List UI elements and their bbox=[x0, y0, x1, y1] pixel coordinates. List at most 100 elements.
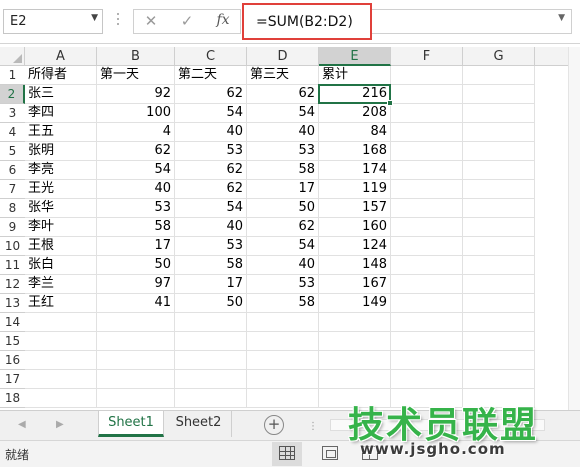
cell-c7[interactable]: 62 bbox=[175, 180, 247, 199]
cell-c5[interactable]: 53 bbox=[175, 142, 247, 161]
cell-d14[interactable] bbox=[247, 313, 319, 332]
row-header-9[interactable]: 9 bbox=[0, 218, 25, 237]
cell-b15[interactable] bbox=[97, 332, 175, 351]
cell-a9[interactable]: 李叶 bbox=[25, 218, 97, 237]
cell-e17[interactable] bbox=[319, 370, 391, 389]
cell-e14[interactable] bbox=[319, 313, 391, 332]
cell-b11[interactable]: 50 bbox=[97, 256, 175, 275]
cell-a1[interactable]: 所得者 bbox=[25, 66, 97, 85]
cell-a13[interactable]: 王红 bbox=[25, 294, 97, 313]
cell-f7[interactable] bbox=[391, 180, 463, 199]
cell-g3[interactable] bbox=[463, 104, 535, 123]
row-header-7[interactable]: 7 bbox=[0, 180, 25, 199]
previous-sheet-icon[interactable]: ◀ bbox=[18, 419, 26, 430]
page-layout-view-icon[interactable] bbox=[322, 446, 338, 460]
cell-c17[interactable] bbox=[175, 370, 247, 389]
cell-d9[interactable]: 62 bbox=[247, 218, 319, 237]
cell-f17[interactable] bbox=[391, 370, 463, 389]
fill-handle[interactable] bbox=[387, 100, 393, 106]
cell-f3[interactable] bbox=[391, 104, 463, 123]
row-header-12[interactable]: 12 bbox=[0, 275, 25, 294]
cell-g1[interactable] bbox=[463, 66, 535, 85]
column-header-f[interactable]: F bbox=[391, 47, 463, 66]
cell-c13[interactable]: 50 bbox=[175, 294, 247, 313]
cell-c1[interactable]: 第二天 bbox=[175, 66, 247, 85]
formula-input-extension[interactable]: ▼ bbox=[372, 9, 572, 34]
cell-e8[interactable]: 157 bbox=[319, 199, 391, 218]
cell-g15[interactable] bbox=[463, 332, 535, 351]
row-header-1[interactable]: 1 bbox=[0, 66, 25, 85]
cell-a17[interactable] bbox=[25, 370, 97, 389]
row-header-17[interactable]: 17 bbox=[0, 370, 25, 389]
cell-d16[interactable] bbox=[247, 351, 319, 370]
cell-g6[interactable] bbox=[463, 161, 535, 180]
tab-sheet2[interactable]: Sheet2 bbox=[166, 411, 232, 437]
cell-f14[interactable] bbox=[391, 313, 463, 332]
cell-c6[interactable]: 62 bbox=[175, 161, 247, 180]
row-header-13[interactable]: 13 bbox=[0, 294, 25, 313]
cell-f18[interactable] bbox=[391, 389, 463, 408]
cell-g5[interactable] bbox=[463, 142, 535, 161]
column-header-d[interactable]: D bbox=[247, 47, 319, 66]
cell-b14[interactable] bbox=[97, 313, 175, 332]
cell-b12[interactable]: 97 bbox=[97, 275, 175, 294]
cell-a18[interactable] bbox=[25, 389, 97, 408]
cell-a5[interactable]: 张明 bbox=[25, 142, 97, 161]
cell-f12[interactable] bbox=[391, 275, 463, 294]
cell-g10[interactable] bbox=[463, 237, 535, 256]
insert-function-icon[interactable]: fx bbox=[212, 12, 234, 28]
cell-g7[interactable] bbox=[463, 180, 535, 199]
cell-g12[interactable] bbox=[463, 275, 535, 294]
cell-b5[interactable]: 62 bbox=[97, 142, 175, 161]
row-header-3[interactable]: 3 bbox=[0, 104, 25, 123]
cell-b16[interactable] bbox=[97, 351, 175, 370]
select-all-button[interactable] bbox=[0, 47, 25, 66]
chevron-down-icon[interactable]: ▼ bbox=[91, 13, 98, 23]
cell-d10[interactable]: 54 bbox=[247, 237, 319, 256]
cell-c3[interactable]: 54 bbox=[175, 104, 247, 123]
cell-b18[interactable] bbox=[97, 389, 175, 408]
column-header-a[interactable]: A bbox=[25, 47, 97, 66]
cell-g9[interactable] bbox=[463, 218, 535, 237]
cell-a10[interactable]: 王根 bbox=[25, 237, 97, 256]
row-header-6[interactable]: 6 bbox=[0, 161, 25, 180]
cell-d8[interactable]: 50 bbox=[247, 199, 319, 218]
cell-a7[interactable]: 王光 bbox=[25, 180, 97, 199]
cell-a11[interactable]: 张白 bbox=[25, 256, 97, 275]
cell-g17[interactable] bbox=[463, 370, 535, 389]
cell-f9[interactable] bbox=[391, 218, 463, 237]
cell-c15[interactable] bbox=[175, 332, 247, 351]
zoom-out-button[interactable]: − bbox=[392, 444, 404, 460]
row-header-16[interactable]: 16 bbox=[0, 351, 25, 370]
cell-c9[interactable]: 40 bbox=[175, 218, 247, 237]
cell-e5[interactable]: 168 bbox=[319, 142, 391, 161]
cell-e15[interactable] bbox=[319, 332, 391, 351]
column-header-b[interactable]: B bbox=[97, 47, 175, 66]
cell-c11[interactable]: 58 bbox=[175, 256, 247, 275]
name-box[interactable]: E2 ▼ bbox=[3, 9, 103, 34]
cell-a2[interactable]: 张三 bbox=[25, 85, 97, 104]
formula-input[interactable]: =SUM(B2:D2) bbox=[242, 3, 372, 40]
column-header-e[interactable]: E bbox=[319, 47, 391, 66]
cell-d7[interactable]: 17 bbox=[247, 180, 319, 199]
cell-g2[interactable] bbox=[463, 85, 535, 104]
cell-f6[interactable] bbox=[391, 161, 463, 180]
cell-e16[interactable] bbox=[319, 351, 391, 370]
cell-b1[interactable]: 第一天 bbox=[97, 66, 175, 85]
cell-e2[interactable]: 216 bbox=[319, 85, 391, 104]
cell-d6[interactable]: 58 bbox=[247, 161, 319, 180]
cell-d15[interactable] bbox=[247, 332, 319, 351]
expand-formula-bar-icon[interactable]: ▼ bbox=[558, 13, 565, 23]
cell-a12[interactable]: 李兰 bbox=[25, 275, 97, 294]
cell-b2[interactable]: 92 bbox=[97, 85, 175, 104]
cell-e3[interactable]: 208 bbox=[319, 104, 391, 123]
cell-e12[interactable]: 167 bbox=[319, 275, 391, 294]
cell-d13[interactable]: 58 bbox=[247, 294, 319, 313]
cell-f4[interactable] bbox=[391, 123, 463, 142]
cell-c4[interactable]: 40 bbox=[175, 123, 247, 142]
add-sheet-button[interactable]: + bbox=[264, 415, 284, 435]
column-header-c[interactable]: C bbox=[175, 47, 247, 66]
cell-b6[interactable]: 54 bbox=[97, 161, 175, 180]
cell-b17[interactable] bbox=[97, 370, 175, 389]
enter-icon[interactable]: ✓ bbox=[176, 12, 198, 30]
